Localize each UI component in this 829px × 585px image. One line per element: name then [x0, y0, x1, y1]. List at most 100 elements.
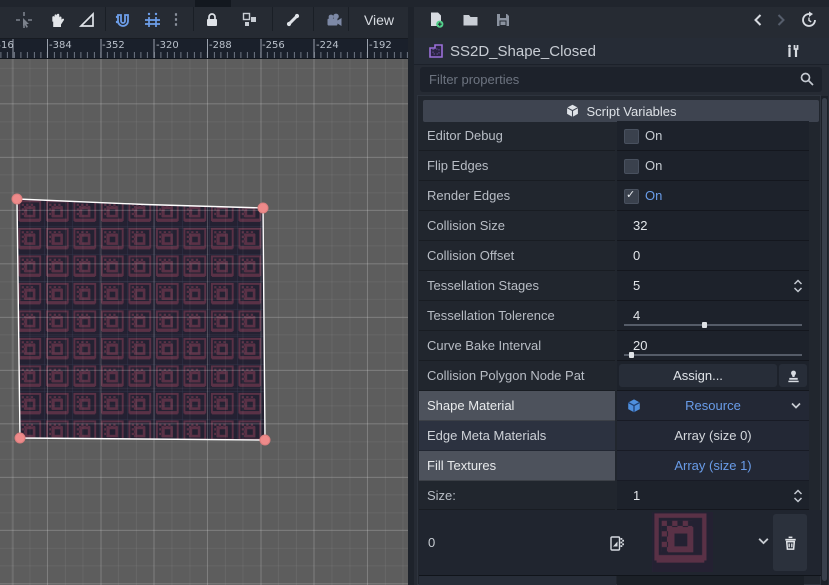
collision-size-field[interactable]: 32 — [617, 211, 809, 241]
inspector-scrollbar[interactable] — [821, 96, 828, 585]
property-label: Shape Material — [419, 391, 615, 421]
magnet-icon — [114, 11, 133, 30]
ruler-label: -352 — [102, 40, 125, 51]
array-size-field[interactable]: 1 — [617, 481, 809, 510]
history-menu-button[interactable] — [798, 9, 820, 31]
history-back-button[interactable] — [749, 9, 767, 31]
hand-icon — [48, 11, 66, 29]
next-property-row-partial — [419, 576, 616, 585]
group-icon — [241, 11, 259, 29]
toolbar-separator — [313, 7, 314, 31]
lock-button[interactable] — [201, 9, 223, 31]
property-label: Flip Edges — [419, 151, 615, 181]
property-row-shape-material: Shape Material Resource — [419, 391, 821, 421]
property-row-collision-size: Collision Size 32 — [419, 211, 821, 241]
toolbar-separator — [272, 7, 273, 31]
property-row-array-size: Size: 1 — [419, 481, 821, 510]
curve-bake-interval-field[interactable]: 20 — [617, 331, 809, 361]
pick-node-button[interactable] — [779, 364, 807, 387]
pane-splitter[interactable] — [408, 0, 414, 585]
history-forward-button[interactable] — [772, 9, 790, 31]
lock-icon — [203, 11, 221, 29]
field-value: 0 — [633, 241, 640, 270]
view-menu-button[interactable]: View — [354, 8, 404, 31]
property-row-curve-bake-interval: Curve Bake Interval 20 — [419, 331, 821, 361]
spinner-updown-icon[interactable] — [792, 488, 804, 504]
vertex-handle[interactable] — [12, 194, 22, 204]
ruler-label: -224 — [316, 40, 339, 51]
object-tools-button[interactable] — [781, 41, 803, 61]
collision-offset-field[interactable]: 0 — [617, 241, 809, 271]
checkbox-render-edges[interactable] — [624, 189, 639, 204]
inspector-object-header: SS2D_Shape_Closed — [414, 38, 829, 65]
property-row-fill-textures: Fill Textures Array (size 1) — [419, 451, 821, 481]
tessellation-stages-field[interactable]: 5 — [617, 271, 809, 301]
property-row-render-edges: Render Edges On — [419, 181, 821, 211]
spinner-updown-icon[interactable] — [792, 278, 804, 294]
edge-meta-materials-array-button[interactable]: Array (size 0) — [617, 421, 809, 451]
camera-preview-button[interactable] — [323, 9, 345, 31]
tessellation-tolerence-field[interactable]: 4 — [617, 301, 809, 331]
chevron-down-icon — [790, 401, 802, 411]
slider-grabber[interactable] — [629, 352, 634, 358]
checkbox-flip-edges[interactable] — [624, 159, 639, 174]
checkbox-editor-debug[interactable] — [624, 129, 639, 144]
assign-node-path-button[interactable]: Assign... — [619, 364, 777, 387]
chevron-down-icon[interactable] — [757, 536, 770, 547]
ruler-label: -192 — [369, 40, 392, 51]
script-variables-icon — [565, 103, 580, 119]
shape-object-icon — [428, 43, 444, 59]
tools-icon — [785, 43, 800, 59]
snap-options-button[interactable]: ⋮ — [168, 9, 184, 31]
value-slider[interactable] — [624, 354, 802, 356]
shape-material-resource-dropdown[interactable]: Resource — [617, 391, 809, 421]
edit-resource-icon — [608, 535, 625, 552]
slider-grabber[interactable] — [702, 322, 707, 328]
pan-tool-button[interactable] — [46, 9, 68, 31]
property-row-collision-offset: Collision Offset 0 — [419, 241, 821, 271]
new-resource-icon — [427, 11, 445, 29]
skeleton-button[interactable] — [282, 9, 304, 31]
new-resource-button[interactable] — [425, 9, 447, 31]
shape-handles — [0, 58, 408, 585]
viewport-canvas[interactable] — [0, 58, 408, 585]
checkbox-label: On — [645, 151, 662, 180]
top-strip — [0, 0, 829, 7]
save-icon — [494, 11, 512, 29]
save-resource-button[interactable] — [492, 9, 514, 31]
node-picker-icon — [786, 368, 801, 384]
property-row-editor-debug: Editor Debug On — [419, 121, 821, 151]
vertex-handle[interactable] — [15, 433, 25, 443]
delete-item-button[interactable] — [773, 514, 807, 571]
grid-snap-button[interactable] — [141, 9, 163, 31]
array-size-label: Array (size 1) — [617, 451, 809, 480]
camera-icon — [324, 11, 344, 29]
field-value: 1 — [633, 481, 640, 509]
vertex-handle[interactable] — [258, 203, 268, 213]
load-resource-button[interactable] — [459, 9, 481, 31]
property-label: Editor Debug — [419, 121, 615, 151]
property-row-collision-polygon-node-path: Collision Polygon Node Pat Assign... — [419, 361, 821, 391]
group-button[interactable] — [239, 9, 261, 31]
vertex-handle[interactable] — [260, 435, 270, 445]
bone-icon — [284, 11, 302, 29]
smart-snap-button[interactable] — [112, 9, 134, 31]
ruler-tool-button[interactable] — [76, 9, 98, 31]
vertical-dots-icon: ⋮ — [169, 15, 184, 25]
history-clock-icon — [800, 11, 818, 29]
scene-tab-notch — [195, 0, 231, 7]
filter-properties-input[interactable] — [420, 67, 822, 92]
select-tool-button[interactable] — [13, 9, 35, 31]
texture-preview[interactable] — [652, 512, 713, 572]
field-value: 32 — [633, 211, 647, 240]
section-script-variables[interactable]: Script Variables — [423, 100, 819, 122]
scrollbar-thumb[interactable] — [822, 98, 827, 581]
edit-resource-button[interactable] — [605, 532, 627, 554]
property-label: Tessellation Stages — [419, 271, 615, 301]
property-row-flip-edges: Flip Edges On — [419, 151, 821, 181]
property-label: Collision Offset — [419, 241, 615, 271]
property-row-edge-meta-materials: Edge Meta Materials Array (size 0) — [419, 421, 821, 451]
value-slider[interactable] — [624, 324, 802, 326]
fill-textures-array-button[interactable]: Array (size 1) — [617, 451, 809, 481]
toolbar-separator — [348, 7, 349, 31]
